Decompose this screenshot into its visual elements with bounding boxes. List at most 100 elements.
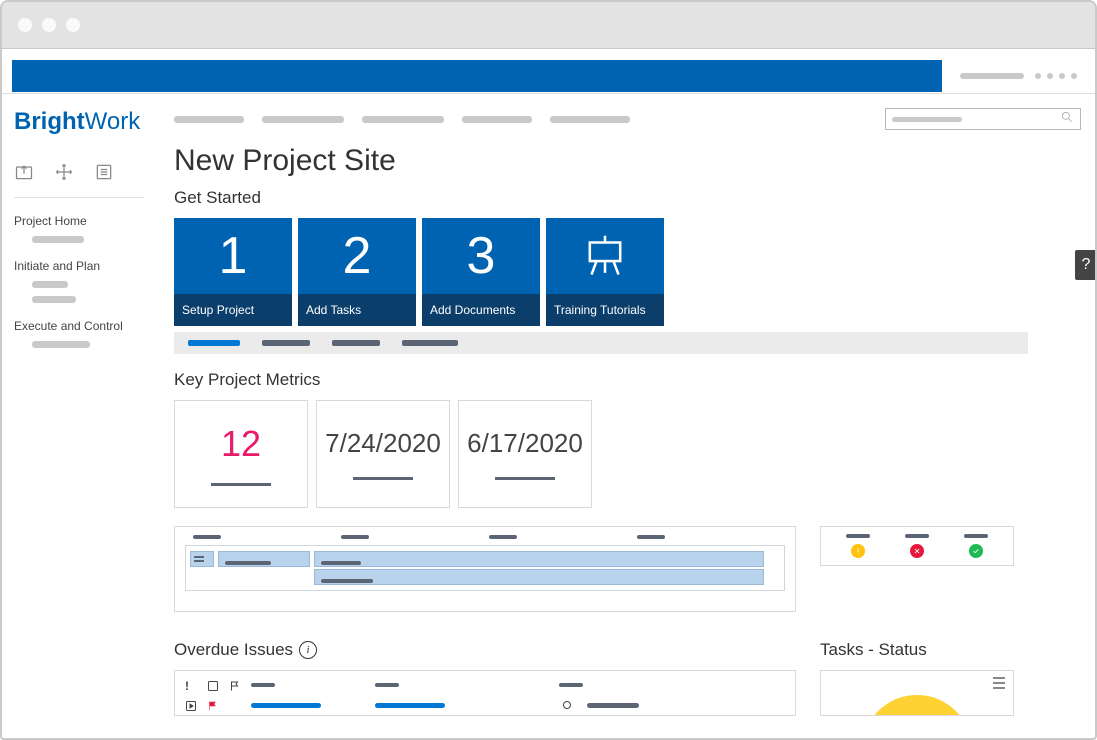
page-title: New Project Site xyxy=(174,144,1081,178)
metric-card[interactable]: 6/17/2020 xyxy=(458,400,592,508)
nav-initiate-plan[interactable]: Initiate and Plan xyxy=(14,259,162,273)
ribbon-right xyxy=(942,73,1085,79)
tile-number: 2 xyxy=(298,218,416,294)
ribbon-dots[interactable] xyxy=(1035,73,1077,79)
breadcrumb-placeholder[interactable] xyxy=(262,116,344,123)
metric-value: 6/17/2020 xyxy=(467,428,583,459)
tab-item[interactable] xyxy=(332,340,380,346)
metric-value: 7/24/2020 xyxy=(325,428,441,459)
nav-sub-placeholder[interactable] xyxy=(32,281,68,288)
tab-item[interactable] xyxy=(402,340,458,346)
tab-item[interactable] xyxy=(262,340,310,346)
exclaim-icon: ! xyxy=(185,679,197,691)
ribbon xyxy=(2,49,1095,94)
status-card[interactable] xyxy=(820,526,1014,566)
issue-row[interactable] xyxy=(185,699,785,711)
overdue-issues-label: Overdue Issues xyxy=(174,640,293,660)
issue-link-placeholder[interactable] xyxy=(251,703,321,708)
nav-execute-control[interactable]: Execute and Control xyxy=(14,319,162,333)
tile-label: Training Tutorials xyxy=(546,294,664,326)
nav-group-home: Project Home xyxy=(14,214,162,243)
nav-group-execute: Execute and Control xyxy=(14,319,162,348)
sidebar: BrightWork Project Home Initiate and Pla… xyxy=(2,94,174,739)
metric-card[interactable]: 12 xyxy=(174,400,308,508)
metrics-row: 12 7/24/2020 6/17/2020 xyxy=(174,400,1081,508)
upload-icon[interactable] xyxy=(14,162,34,187)
breadcrumb-placeholder[interactable] xyxy=(174,116,244,123)
browser-frame: BrightWork Project Home Initiate and Pla… xyxy=(0,0,1097,740)
gantt-header-placeholder xyxy=(489,535,517,539)
col-header-placeholder xyxy=(559,683,583,687)
window-titlebar xyxy=(2,2,1095,49)
main: New Project Site Get Started 1 Setup Pro… xyxy=(174,94,1095,739)
tile-label: Add Documents xyxy=(422,294,540,326)
issues-header-row: ! xyxy=(185,679,785,691)
flag-red-icon xyxy=(207,699,219,711)
status-ok xyxy=(964,534,988,558)
tile-number: 3 xyxy=(422,218,540,294)
play-icon[interactable] xyxy=(185,699,197,711)
pie-chart xyxy=(862,695,972,716)
breadcrumb-placeholder[interactable] xyxy=(550,116,630,123)
gantt-header-placeholder xyxy=(193,535,221,539)
gantt-body xyxy=(185,545,785,591)
tile-label: Add Tasks xyxy=(298,294,416,326)
topbar xyxy=(174,108,1081,130)
sidebar-icon-row xyxy=(14,162,144,198)
status-warning xyxy=(846,534,870,558)
section-key-metrics: Key Project Metrics xyxy=(174,370,1081,390)
search-input[interactable] xyxy=(885,108,1081,130)
tile-add-documents[interactable]: 3 Add Documents xyxy=(422,218,540,326)
metric-underline xyxy=(353,477,413,480)
tile-add-tasks[interactable]: 2 Add Tasks xyxy=(298,218,416,326)
breadcrumb-placeholder[interactable] xyxy=(362,116,444,123)
issues-card[interactable]: ! xyxy=(174,670,796,716)
metric-underline xyxy=(211,483,271,486)
gantt-headers xyxy=(185,535,785,545)
section-overdue-issues: Overdue Issues i xyxy=(174,640,796,660)
easel-icon xyxy=(546,218,664,294)
nav-project-home[interactable]: Project Home xyxy=(14,214,162,228)
nav-group-initiate: Initiate and Plan xyxy=(14,259,162,303)
gantt-row xyxy=(186,568,784,586)
gantt-header-placeholder xyxy=(637,535,665,539)
tile-label: Setup Project xyxy=(174,294,292,326)
col-header-placeholder xyxy=(251,683,275,687)
ribbon-placeholder xyxy=(960,73,1024,79)
window-max-dot[interactable] xyxy=(66,18,80,32)
metric-card[interactable]: 7/24/2020 xyxy=(316,400,450,508)
col-header-placeholder xyxy=(375,683,399,687)
tab-strip xyxy=(174,332,1028,354)
tasks-status-card[interactable] xyxy=(820,670,1014,716)
radio-icon xyxy=(563,701,571,709)
nav-sub-placeholder[interactable] xyxy=(32,236,84,243)
tile-setup-project[interactable]: 1 Setup Project xyxy=(174,218,292,326)
gantt-card[interactable] xyxy=(174,526,796,612)
status-error xyxy=(905,534,929,558)
logo[interactable]: BrightWork xyxy=(14,108,162,136)
nav-sub-placeholder[interactable] xyxy=(32,341,90,348)
tab-active[interactable] xyxy=(188,340,240,346)
help-tab[interactable]: ? xyxy=(1075,250,1097,280)
issue-text-placeholder xyxy=(587,703,639,708)
tile-training-tutorials[interactable]: Training Tutorials xyxy=(546,218,664,326)
issue-link-placeholder[interactable] xyxy=(375,703,445,708)
metric-underline xyxy=(495,477,555,480)
breadcrumb-row xyxy=(174,116,630,123)
window-min-dot[interactable] xyxy=(42,18,56,32)
flag-icon[interactable] xyxy=(229,679,241,691)
error-icon xyxy=(910,544,924,558)
breadcrumb-placeholder[interactable] xyxy=(462,116,532,123)
tile-number: 1 xyxy=(174,218,292,294)
info-icon[interactable]: i xyxy=(299,641,317,659)
logo-light: Work xyxy=(85,108,141,135)
search-placeholder xyxy=(892,117,962,122)
hamburger-icon[interactable] xyxy=(993,677,1005,689)
getting-started-tiles: 1 Setup Project 2 Add Tasks 3 Add Docume… xyxy=(174,218,1081,326)
move-arrows-icon[interactable] xyxy=(54,162,74,187)
window-close-dot[interactable] xyxy=(18,18,32,32)
list-icon[interactable] xyxy=(94,162,114,187)
checkbox-icon[interactable] xyxy=(207,679,219,691)
logo-bold: Bright xyxy=(14,108,85,135)
nav-sub-placeholder[interactable] xyxy=(32,296,76,303)
